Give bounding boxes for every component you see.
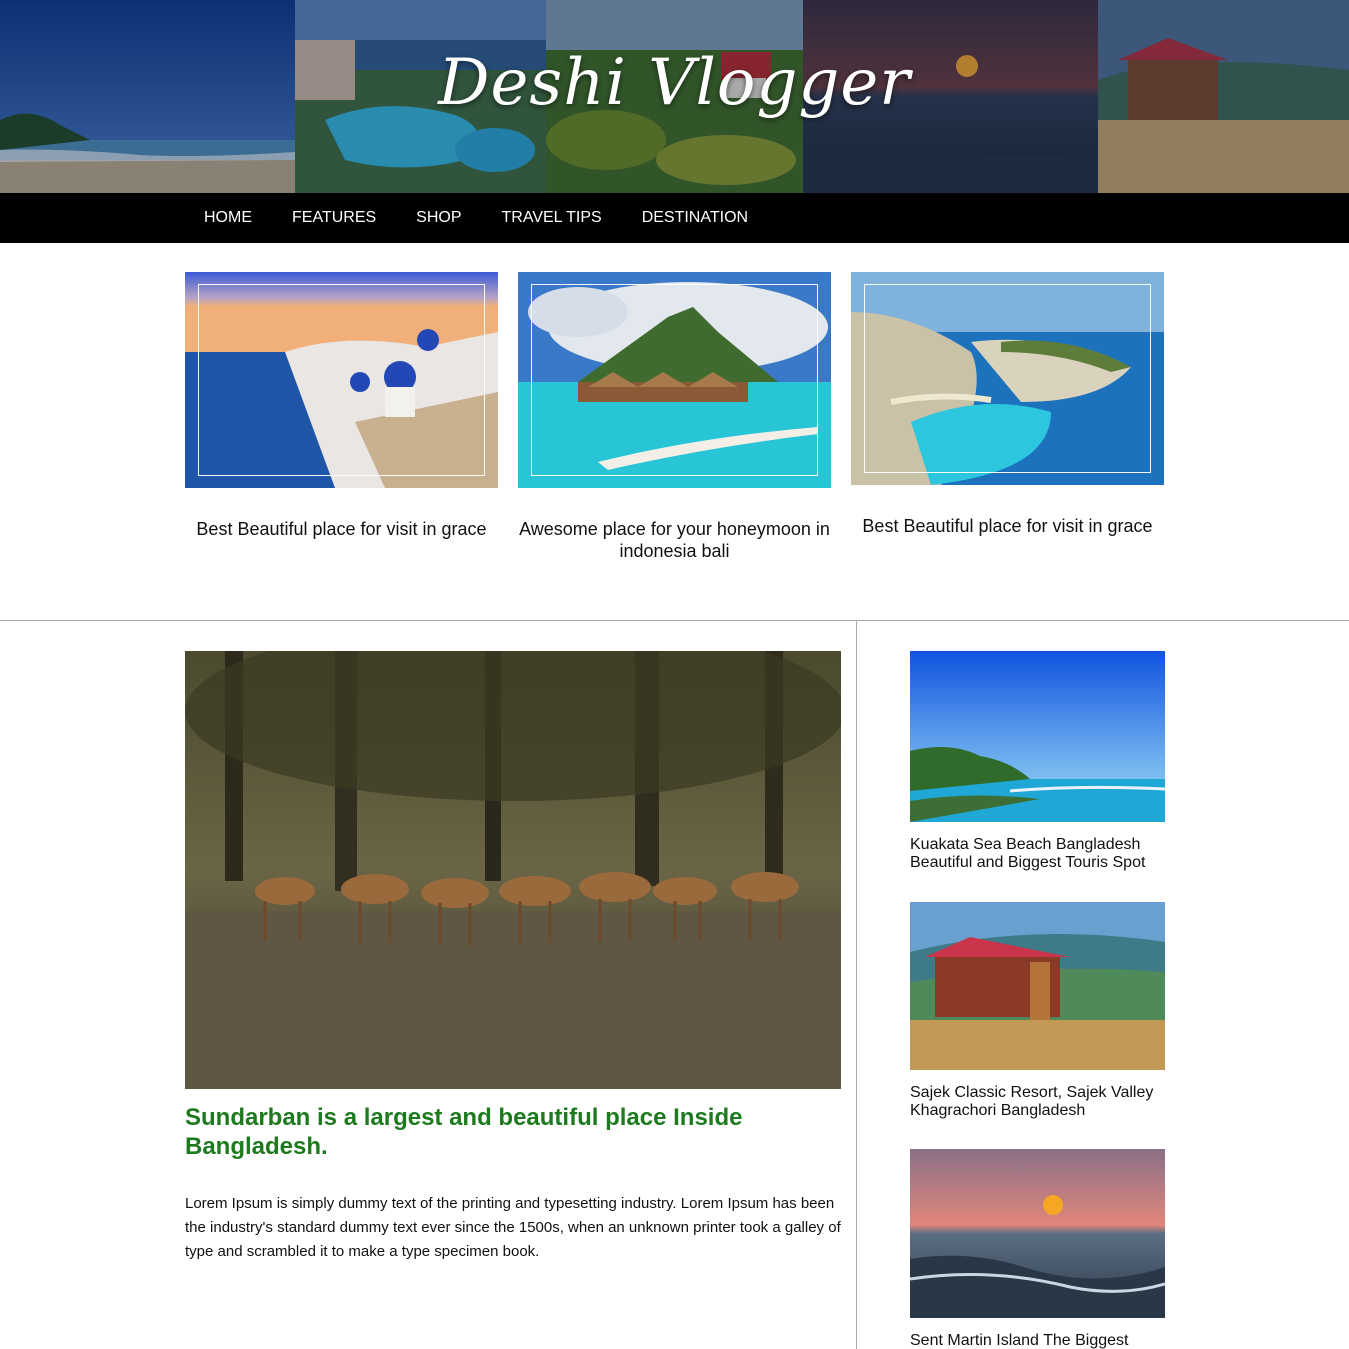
section-divider xyxy=(0,620,1349,621)
featured-caption[interactable]: Best Beautiful place for visit in grace xyxy=(185,518,498,540)
column-divider xyxy=(856,621,857,1349)
sunset-sea-photo[interactable] xyxy=(910,1149,1165,1318)
thumb-frame xyxy=(198,284,485,476)
thumb-frame xyxy=(531,284,818,476)
nav-item-home[interactable]: HOME xyxy=(204,209,252,227)
featured-card[interactable]: Awesome place for your honeymoon in indo… xyxy=(518,272,831,562)
main-navigation: HOME FEATURES SHOP TRAVEL TIPS DESTINATI… xyxy=(0,193,1349,243)
featured-caption[interactable]: Best Beautiful place for visit in grace xyxy=(851,515,1164,537)
kuakata-beach-photo[interactable] xyxy=(910,651,1165,822)
santorini-photo[interactable] xyxy=(185,272,498,488)
article-title[interactable]: Sundarban is a largest and beautiful pla… xyxy=(185,1103,805,1161)
nav-item-shop[interactable]: SHOP xyxy=(416,209,461,227)
nav-item-travel-tips[interactable]: TRAVEL TIPS xyxy=(502,209,602,227)
sidebar-post-title[interactable]: Sent Martin Island The Biggest xyxy=(910,1332,1165,1349)
site-logo-title[interactable]: Deshi Vlogger xyxy=(0,46,1349,120)
article-body: Lorem Ipsum is simply dummy text of the … xyxy=(185,1195,841,1260)
featured-caption[interactable]: Awesome place for your honeymoon in indo… xyxy=(518,518,831,562)
header-banner: Deshi Vlogger xyxy=(0,0,1349,193)
nav-item-features[interactable]: FEATURES xyxy=(292,209,376,227)
sidebar-post[interactable]: Sent Martin Island The Biggest xyxy=(910,1149,1165,1349)
featured-card[interactable]: Best Beautiful place for visit in grace xyxy=(185,272,498,540)
sidebar-post-title[interactable]: Sajek Classic Resort, Sajek Valley Khagr… xyxy=(910,1084,1165,1120)
sajek-resort-photo[interactable] xyxy=(910,902,1165,1070)
featured-card[interactable]: Best Beautiful place for visit in grace xyxy=(851,272,1164,537)
sundarban-deer-photo[interactable] xyxy=(185,651,841,1089)
sidebar-post-title[interactable]: Kuakata Sea Beach Bangladesh Beautiful a… xyxy=(910,836,1165,872)
bali-resort-photo[interactable] xyxy=(518,272,831,488)
sidebar-post[interactable]: Sajek Classic Resort, Sajek Valley Khagr… xyxy=(910,902,1165,1120)
nav-menu: HOME FEATURES SHOP TRAVEL TIPS DESTINATI… xyxy=(204,193,788,243)
navagio-beach-photo[interactable] xyxy=(851,272,1164,485)
thumb-frame xyxy=(864,284,1151,473)
sidebar-post[interactable]: Kuakata Sea Beach Bangladesh Beautiful a… xyxy=(910,651,1165,872)
nav-item-destination[interactable]: DESTINATION xyxy=(642,209,748,227)
